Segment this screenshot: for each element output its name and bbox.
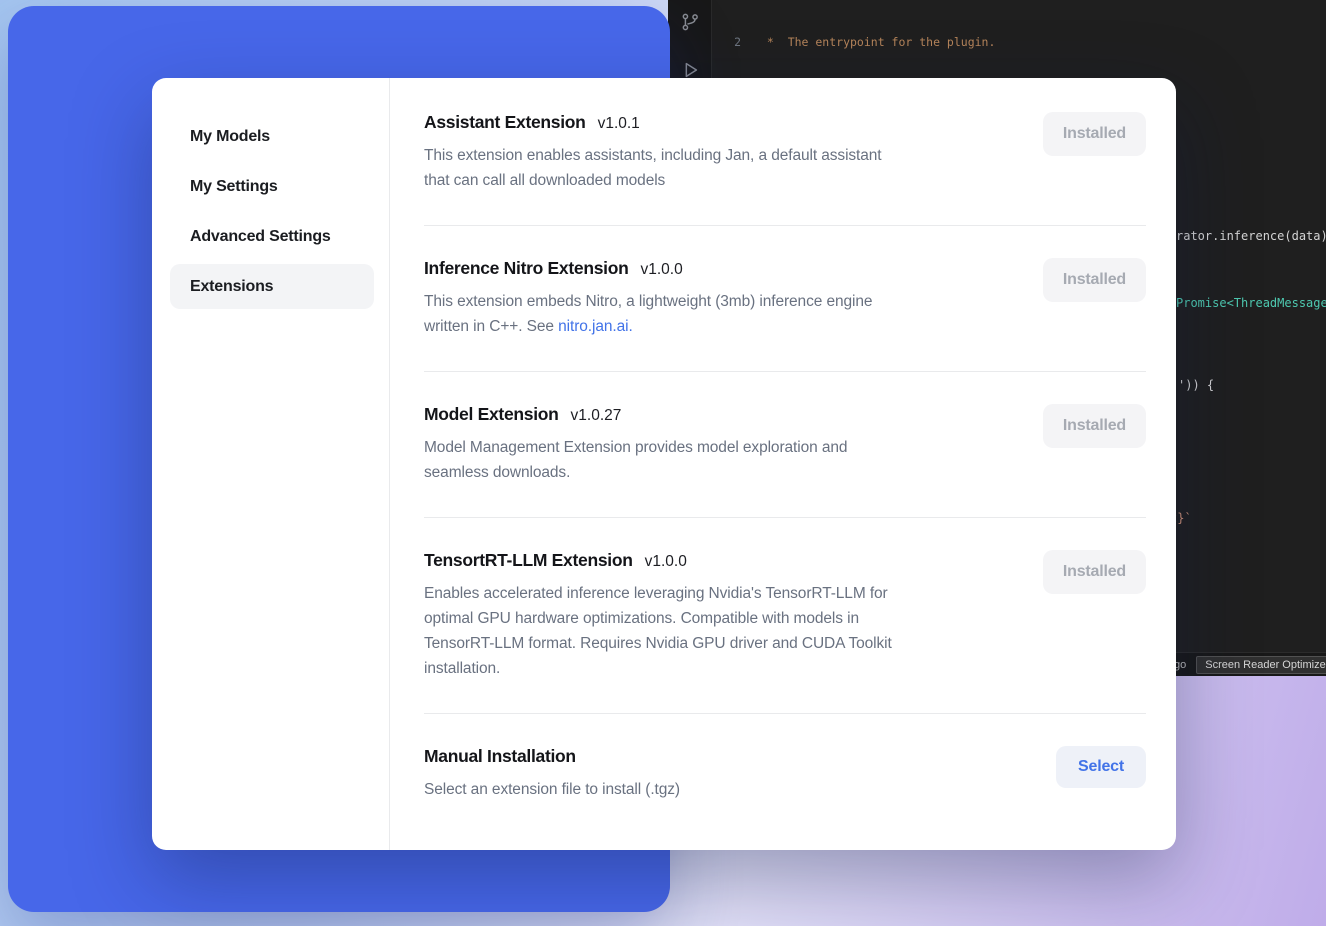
code-fragment: rator.inference(data)); — [1176, 229, 1326, 243]
code-line: 2 * The entrypoint for the plugin. — [713, 34, 1326, 51]
installed-button[interactable]: Installed — [1043, 112, 1146, 156]
extension-description: Enables accelerated inference leveraging… — [424, 581, 892, 681]
extension-row-manual-installation: Manual Installation Select an extension … — [424, 714, 1146, 830]
select-file-button[interactable]: Select — [1056, 746, 1146, 788]
extension-description: This extension embeds Nitro, a lightweig… — [424, 289, 872, 339]
extension-title: Inference Nitro Extension — [424, 258, 629, 279]
sidebar-item-label: Advanced Settings — [190, 228, 331, 246]
sidebar-item-advanced-settings[interactable]: Advanced Settings — [170, 214, 374, 259]
extensions-panel: Assistant Extension v1.0.1 This extensio… — [390, 78, 1176, 850]
installed-button[interactable]: Installed — [1043, 258, 1146, 302]
nitro-jan-ai-link[interactable]: nitro.jan.ai. — [558, 318, 633, 335]
source-control-icon[interactable] — [679, 11, 701, 33]
sidebar-item-extensions[interactable]: Extensions — [170, 264, 374, 309]
extension-row-nitro: Inference Nitro Extension v1.0.0 This ex… — [424, 226, 1146, 371]
extension-version: v1.0.1 — [598, 115, 640, 133]
screen-reader-status-item[interactable]: Screen Reader Optimize — [1196, 656, 1326, 674]
extension-version: v1.0.0 — [641, 261, 683, 279]
description-text: This extension embeds Nitro, a lightweig… — [424, 293, 872, 335]
extension-version: v1.0.0 — [645, 553, 687, 571]
extension-row-tensorrt: TensortRT-LLM Extension v1.0.0 Enables a… — [424, 518, 1146, 713]
extension-description: Select an extension file to install (.tg… — [424, 777, 680, 802]
settings-sidebar: My Models My Settings Advanced Settings … — [152, 78, 390, 850]
sidebar-item-label: My Models — [190, 128, 270, 146]
sidebar-item-my-models[interactable]: My Models — [170, 114, 374, 159]
sidebar-item-label: Extensions — [190, 278, 273, 296]
code-fragment: ')) { — [1178, 378, 1214, 392]
settings-modal: My Models My Settings Advanced Settings … — [152, 78, 1176, 850]
extension-title: Manual Installation — [424, 746, 576, 767]
extension-title: TensortRT-LLM Extension — [424, 550, 633, 571]
code-fragment: Promise<ThreadMessage> — [1176, 296, 1326, 310]
code-text: * The entrypoint for the plugin. — [760, 34, 995, 51]
extension-title: Model Extension — [424, 404, 559, 425]
extension-description: Model Management Extension provides mode… — [424, 435, 847, 485]
installed-button[interactable]: Installed — [1043, 404, 1146, 448]
installed-button[interactable]: Installed — [1043, 550, 1146, 594]
extension-version: v1.0.27 — [571, 407, 622, 425]
sidebar-item-my-settings[interactable]: My Settings — [170, 164, 374, 209]
sidebar-item-label: My Settings — [190, 178, 278, 196]
extension-title: Assistant Extension — [424, 112, 586, 133]
extension-row-model: Model Extension v1.0.27 Model Management… — [424, 372, 1146, 517]
extension-description: This extension enables assistants, inclu… — [424, 143, 882, 193]
extension-row-assistant: Assistant Extension v1.0.1 This extensio… — [424, 112, 1146, 225]
line-number: 2 — [713, 34, 741, 51]
desktop: 2 * The entrypoint for the plugin. 3 */ … — [0, 0, 1326, 926]
